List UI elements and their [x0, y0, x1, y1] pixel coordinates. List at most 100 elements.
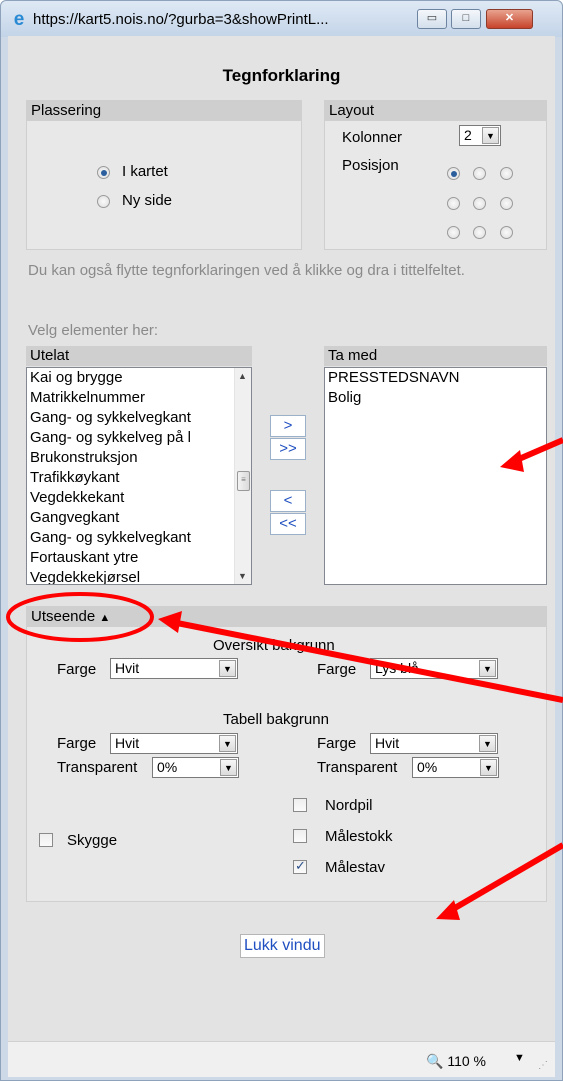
title-bar[interactable]: e https://kart5.nois.no/?gurba=3&showPri… — [1, 1, 562, 37]
list-item[interactable]: Fortauskant ytre — [27, 548, 251, 568]
close-window-link[interactable]: Lukk vindu — [240, 934, 325, 958]
table-left-transparent-select[interactable]: 0% ▼ — [152, 757, 239, 778]
table-right-color-label: Farge — [317, 735, 357, 752]
placement-new-page-label: Ny side — [122, 192, 173, 209]
included-listbox[interactable]: PRESSTEDSNAVN Bolig — [324, 367, 547, 585]
appearance-header[interactable]: Utseende ▲ — [27, 607, 546, 627]
position-radio-middle-center[interactable] — [473, 197, 486, 210]
select-prompt: Velg elementer her: — [28, 322, 159, 339]
legend-dialog: Tegnforklaring Plassering I kartet Ny si… — [8, 36, 555, 1041]
excluded-listbox[interactable]: Kai og brygge Matrikkelnummer Gang- og syk… — [26, 367, 252, 585]
overview-left-color-label: Farge — [57, 661, 97, 678]
overview-left-color-select[interactable]: Hvit ▼ — [110, 658, 238, 679]
shadow-label: Skygge — [67, 832, 118, 849]
remove-selected-button[interactable]: < — [270, 490, 306, 512]
shadow-checkbox[interactable] — [39, 833, 53, 847]
overview-background-title: Oversikt bakgrunn — [213, 637, 335, 654]
add-all-button[interactable]: >> — [270, 438, 306, 460]
chevron-down-icon: ▼ — [479, 660, 496, 677]
scale-label: Målestokk — [325, 828, 393, 845]
columns-label: Kolonner — [342, 129, 403, 146]
overview-right-color-select[interactable]: Lys blå ▼ — [370, 658, 498, 679]
scale-checkbox[interactable] — [293, 829, 307, 843]
excluded-scrollbar[interactable]: ▲ ≡ ▼ — [234, 368, 251, 584]
placement-panel: Plassering I kartet Ny side — [26, 100, 302, 250]
list-item[interactable]: Gangvegkant — [27, 508, 251, 528]
scroll-thumb[interactable]: ≡ — [237, 471, 250, 491]
add-selected-button[interactable]: > — [270, 415, 306, 437]
placement-header: Plassering — [27, 101, 301, 121]
position-radio-middle-left[interactable] — [447, 197, 460, 210]
zoom-dropdown-icon[interactable]: ▼ — [514, 1052, 525, 1064]
table-right-transparent-value: 0% — [417, 759, 438, 775]
chevron-down-icon: ▼ — [480, 759, 497, 776]
window-url: https://kart5.nois.no/?gurba=3&showPrint… — [33, 11, 329, 28]
table-left-color-label: Farge — [57, 735, 97, 752]
collapse-arrow-icon: ▲ — [99, 612, 111, 624]
list-item[interactable]: Bolig — [325, 388, 546, 408]
columns-select[interactable]: 2 ▼ — [459, 125, 501, 146]
placement-new-page-radio[interactable] — [97, 195, 110, 208]
zoom-level[interactable]: 🔍 110 % — [426, 1053, 486, 1070]
zoom-icon: 🔍 — [426, 1053, 444, 1069]
table-right-transparent-select[interactable]: 0% ▼ — [412, 757, 499, 778]
chevron-down-icon: ▼ — [219, 735, 236, 752]
scale-bar-label: Målestav — [325, 859, 386, 876]
list-item[interactable]: Vegdekkekant — [27, 488, 251, 508]
overview-left-color-value: Hvit — [115, 660, 140, 676]
columns-value: 2 — [464, 127, 472, 143]
scale-bar-checkbox[interactable] — [293, 858, 307, 874]
remove-all-button[interactable]: << — [270, 513, 306, 535]
table-background-title: Tabell bakgrunn — [223, 711, 329, 728]
table-left-transparent-label: Transparent — [57, 759, 138, 776]
position-radio-middle-right[interactable] — [500, 197, 513, 210]
chevron-down-icon: ▼ — [220, 759, 237, 776]
table-right-color-select[interactable]: Hvit ▼ — [370, 733, 498, 754]
list-item[interactable]: Trafikkøykant — [27, 468, 251, 488]
position-radio-bottom-right[interactable] — [500, 226, 513, 239]
chevron-down-icon: ▼ — [479, 735, 496, 752]
placement-in-map-label: I kartet — [122, 163, 168, 180]
help-text: Du kan også flytte tegnforklaringen ved … — [28, 262, 465, 279]
placement-in-map-radio[interactable] — [97, 166, 110, 179]
layout-panel: Layout Kolonner 2 ▼ Posisjon — [324, 100, 547, 250]
table-left-transparent-value: 0% — [157, 759, 178, 775]
list-item[interactable]: Gang- og sykkelvegkant — [27, 408, 251, 428]
maximize-button[interactable]: □ — [451, 9, 481, 29]
position-radio-bottom-center[interactable] — [473, 226, 486, 239]
position-radio-top-center[interactable] — [473, 167, 486, 180]
close-window-button[interactable]: ✕ — [486, 9, 533, 29]
list-item[interactable]: Matrikkelnummer — [27, 388, 251, 408]
overview-right-color-value: Lys blå — [375, 660, 419, 676]
table-left-color-select[interactable]: Hvit ▼ — [110, 733, 238, 754]
position-radio-top-left[interactable] — [447, 167, 460, 180]
north-arrow-checkbox[interactable] — [293, 798, 307, 812]
position-radio-bottom-left[interactable] — [447, 226, 460, 239]
layout-header: Layout — [325, 101, 546, 121]
list-item[interactable]: PRESSTEDSNAVN — [325, 368, 546, 388]
position-label: Posisjon — [342, 157, 399, 174]
scroll-down-icon[interactable]: ▼ — [238, 571, 247, 581]
list-item[interactable]: Kai og brygge — [27, 368, 251, 388]
appearance-panel: Utseende ▲ Oversikt bakgrunn Farge Hvit … — [26, 606, 547, 902]
table-right-color-value: Hvit — [375, 735, 400, 751]
resize-grip-icon[interactable]: ⋰ — [538, 1060, 548, 1071]
excluded-header: Utelat — [26, 346, 252, 366]
list-item[interactable]: Vegdekkekjørsel — [27, 568, 251, 584]
zoom-value: 110 % — [447, 1053, 486, 1069]
overview-right-color-label: Farge — [317, 661, 357, 678]
list-item[interactable]: Gang- og sykkelvegkant — [27, 528, 251, 548]
included-header: Ta med — [324, 346, 547, 366]
table-left-color-value: Hvit — [115, 735, 140, 751]
table-right-transparent-label: Transparent — [317, 759, 398, 776]
north-arrow-label: Nordpil — [325, 797, 373, 814]
list-item[interactable]: Gang- og sykkelveg på l — [27, 428, 251, 448]
dialog-heading[interactable]: Tegnforklaring — [8, 66, 555, 86]
position-radio-top-right[interactable] — [500, 167, 513, 180]
scroll-up-icon[interactable]: ▲ — [238, 371, 247, 381]
minimize-button[interactable]: ▭ — [417, 9, 447, 29]
internet-explorer-icon: e — [13, 9, 25, 30]
list-item[interactable]: Brukonstruksjon — [27, 448, 251, 468]
appearance-title: Utseende — [31, 608, 96, 625]
chevron-down-icon: ▼ — [482, 127, 499, 144]
